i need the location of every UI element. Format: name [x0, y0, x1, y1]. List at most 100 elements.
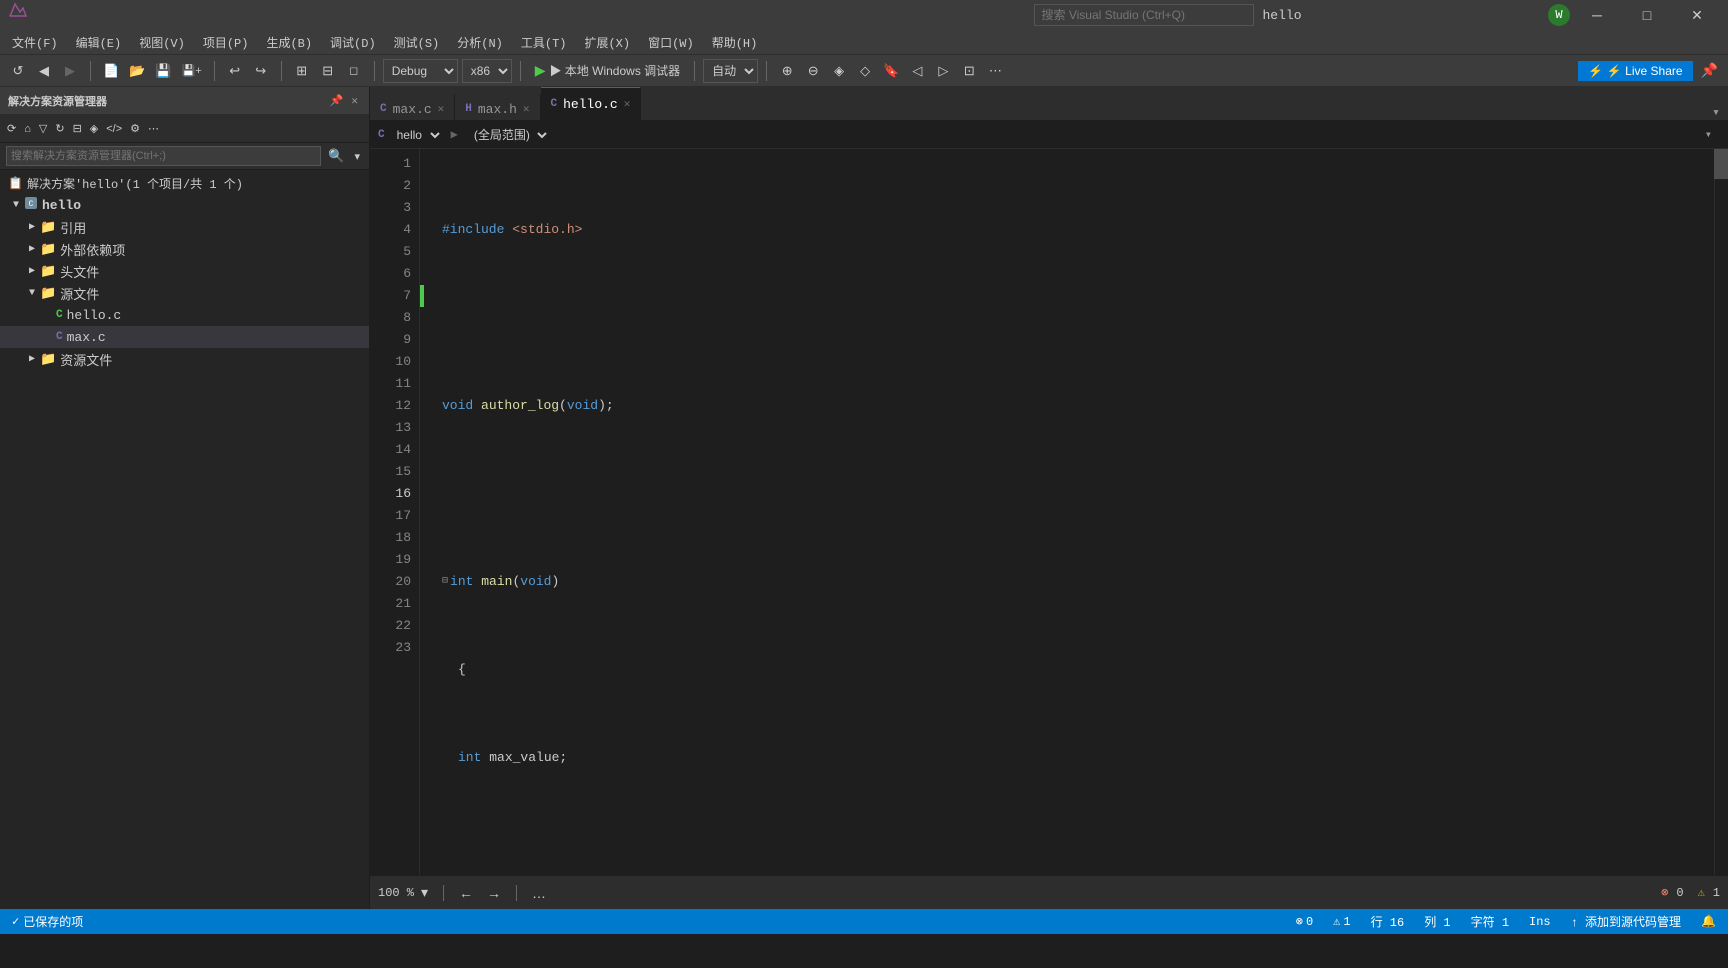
breadcrumb-c-icon: C — [378, 129, 385, 141]
toolbar-btn4[interactable]: ⊕ — [775, 58, 799, 84]
status-warnings[interactable]: ⚠ 1 — [1329, 909, 1354, 934]
menu-debug[interactable]: 调试(D) — [322, 30, 384, 55]
code-content[interactable]: #include <stdio.h> void author_log(void)… — [426, 149, 1714, 875]
sidebar-item-resources[interactable]: ▶ 📁 资源文件 — [0, 348, 369, 370]
sb-refresh[interactable]: ↻ — [52, 121, 67, 136]
status-errors[interactable]: ⊗ 0 — [1292, 909, 1317, 934]
toolbar-btn10[interactable]: ▷ — [931, 58, 955, 84]
platform-dropdown[interactable]: x86 x64 — [462, 59, 512, 83]
status-line[interactable]: 行 16 — [1367, 909, 1409, 934]
toolbar-refresh[interactable]: ↺ — [6, 58, 30, 84]
minimap-thumb[interactable] — [1714, 149, 1728, 179]
menu-help[interactable]: 帮助(H) — [704, 30, 766, 55]
sidebar-item-headers[interactable]: ▶ 📁 头文件 — [0, 260, 369, 282]
sidebar-item-source[interactable]: ▼ 📁 源文件 — [0, 282, 369, 304]
menu-build[interactable]: 生成(B) — [258, 30, 320, 55]
sb-home[interactable]: ⌂ — [21, 122, 34, 136]
toolbar-btn8[interactable]: 🔖 — [879, 58, 903, 84]
toolbar-forward[interactable]: ▶ — [58, 58, 82, 84]
menu-view[interactable]: 视图(V) — [131, 30, 193, 55]
breadcrumb-scope-select[interactable]: (全局范围) — [466, 126, 550, 144]
sidebar-item-references[interactable]: ▶ 📁 引用 — [0, 216, 369, 238]
editor-toolbar-overflow[interactable]: ▾ — [1697, 127, 1720, 142]
code-editor[interactable]: 1 2 3 4 5 6 7 8 9 10 11 12 13 14 15 16 1… — [370, 149, 1728, 875]
tab-max-c[interactable]: C max.c ✕ — [370, 94, 455, 121]
toolbar-btn1[interactable]: ⊞ — [290, 58, 314, 84]
minimize-button[interactable]: ─ — [1574, 0, 1620, 30]
menu-window[interactable]: 窗口(W) — [640, 30, 702, 55]
toolbar-sep-4 — [374, 61, 375, 81]
user-avatar[interactable]: W — [1548, 4, 1570, 26]
menu-extensions[interactable]: 扩展(X) — [576, 30, 638, 55]
char-label: 字符 1 — [1471, 913, 1509, 930]
sidebar-close[interactable]: ✕ — [348, 93, 361, 109]
maximize-button[interactable]: □ — [1624, 0, 1670, 30]
status-notification[interactable]: 🔔 — [1697, 909, 1720, 934]
menu-test[interactable]: 测试(S) — [386, 30, 448, 55]
tab-hello-c[interactable]: C hello.c ✕ — [541, 87, 642, 120]
toolbar-undo[interactable]: ↩ — [223, 58, 247, 84]
toolbar-btn3[interactable]: ◻ — [342, 58, 366, 84]
status-col[interactable]: 列 1 — [1420, 909, 1454, 934]
toolbar-btn7[interactable]: ◇ — [853, 58, 877, 84]
menu-edit[interactable]: 编辑(E) — [68, 30, 130, 55]
sidebar-item-external-deps[interactable]: ▶ 📁 外部依赖项 — [0, 238, 369, 260]
tab-overflow[interactable]: ▾ — [1704, 105, 1728, 120]
sb-filter[interactable]: ▽ — [36, 121, 50, 136]
toolbar-save-all[interactable]: 💾+ — [178, 58, 206, 84]
toolbar-btn11[interactable]: ⊡ — [957, 58, 981, 84]
nav-prev-btn[interactable]: ← — [456, 885, 476, 901]
menu-tools[interactable]: 工具(T) — [513, 30, 575, 55]
zoom-dropdown-btn[interactable]: ▾ — [418, 884, 431, 901]
toolbar-btn6[interactable]: ◈ — [827, 58, 851, 84]
menu-analyze[interactable]: 分析(N) — [449, 30, 511, 55]
sb-props[interactable]: ◈ — [87, 121, 101, 136]
solution-text: 解决方案'hello'(1 个项目/共 1 个) — [27, 175, 243, 192]
status-saved[interactable]: ✓ 已保存的项 — [8, 909, 87, 934]
config-dropdown[interactable]: Debug Release — [383, 59, 458, 83]
run-button[interactable]: ▶ ▶ 本地 Windows 调试器 — [529, 60, 686, 81]
sidebar-file-max-c[interactable]: C max.c — [0, 326, 369, 348]
collapse-5[interactable]: ⊟ — [442, 571, 448, 593]
toolbar-open[interactable]: 📂 — [125, 58, 149, 84]
status-source-control[interactable]: ↑ 添加到源代码管理 — [1567, 909, 1685, 934]
sb-view[interactable]: </> — [103, 122, 125, 136]
sb-sync[interactable]: ⟳ — [4, 121, 19, 136]
global-search[interactable] — [1034, 4, 1254, 26]
sidebar-pin[interactable]: 📌 — [327, 93, 347, 109]
toolbar-save[interactable]: 💾 — [151, 58, 175, 84]
sb-collapse[interactable]: ⊟ — [70, 121, 85, 136]
sb-search-btn[interactable]: 🔍 — [325, 147, 347, 165]
toolbar-redo[interactable]: ↪ — [249, 58, 273, 84]
toolbar-new[interactable]: 📄 — [99, 58, 123, 84]
close-max-h-tab[interactable]: ✕ — [523, 102, 530, 116]
menu-project[interactable]: 项目(P) — [195, 30, 257, 55]
menu-file[interactable]: 文件(F) — [4, 30, 66, 55]
sb-more[interactable]: ⋯ — [145, 121, 162, 136]
auto-dropdown[interactable]: 自动 — [703, 59, 758, 83]
sidebar-project-hello[interactable]: ▼ C hello — [0, 194, 369, 216]
close-button[interactable]: ✕ — [1674, 0, 1720, 30]
sb-search-opts[interactable]: ▾ — [351, 149, 363, 164]
toolbar-btn9[interactable]: ◁ — [905, 58, 929, 84]
close-hello-c-tab[interactable]: ✕ — [624, 97, 631, 111]
status-ins[interactable]: Ins — [1525, 909, 1555, 934]
nav-extra-btn[interactable]: … — [529, 885, 549, 901]
tab-max-h[interactable]: H max.h ✕ — [455, 94, 540, 121]
toolbar-btn12[interactable]: ⋯ — [983, 58, 1007, 84]
breadcrumb-file-select[interactable]: hello — [389, 126, 443, 144]
live-share-button[interactable]: ⚡ ⚡ Live Share — [1578, 61, 1693, 81]
pin-button[interactable]: 📌 — [1697, 60, 1722, 81]
max-h-tab-label: max.h — [478, 102, 517, 117]
toolbar-btn5[interactable]: ⊖ — [801, 58, 825, 84]
editor-scrollbar-area[interactable] — [1714, 149, 1728, 875]
close-max-c-tab[interactable]: ✕ — [438, 102, 445, 116]
nav-next-btn[interactable]: → — [484, 885, 504, 901]
sidebar-search-input[interactable] — [6, 146, 321, 166]
line-label: 行 16 — [1371, 913, 1405, 930]
toolbar-back[interactable]: ◀ — [32, 58, 56, 84]
sidebar-file-hello-c[interactable]: C hello.c — [0, 304, 369, 326]
sb-settings[interactable]: ⚙ — [127, 121, 143, 136]
toolbar-btn2[interactable]: ⊟ — [316, 58, 340, 84]
status-char[interactable]: 字符 1 — [1467, 909, 1513, 934]
